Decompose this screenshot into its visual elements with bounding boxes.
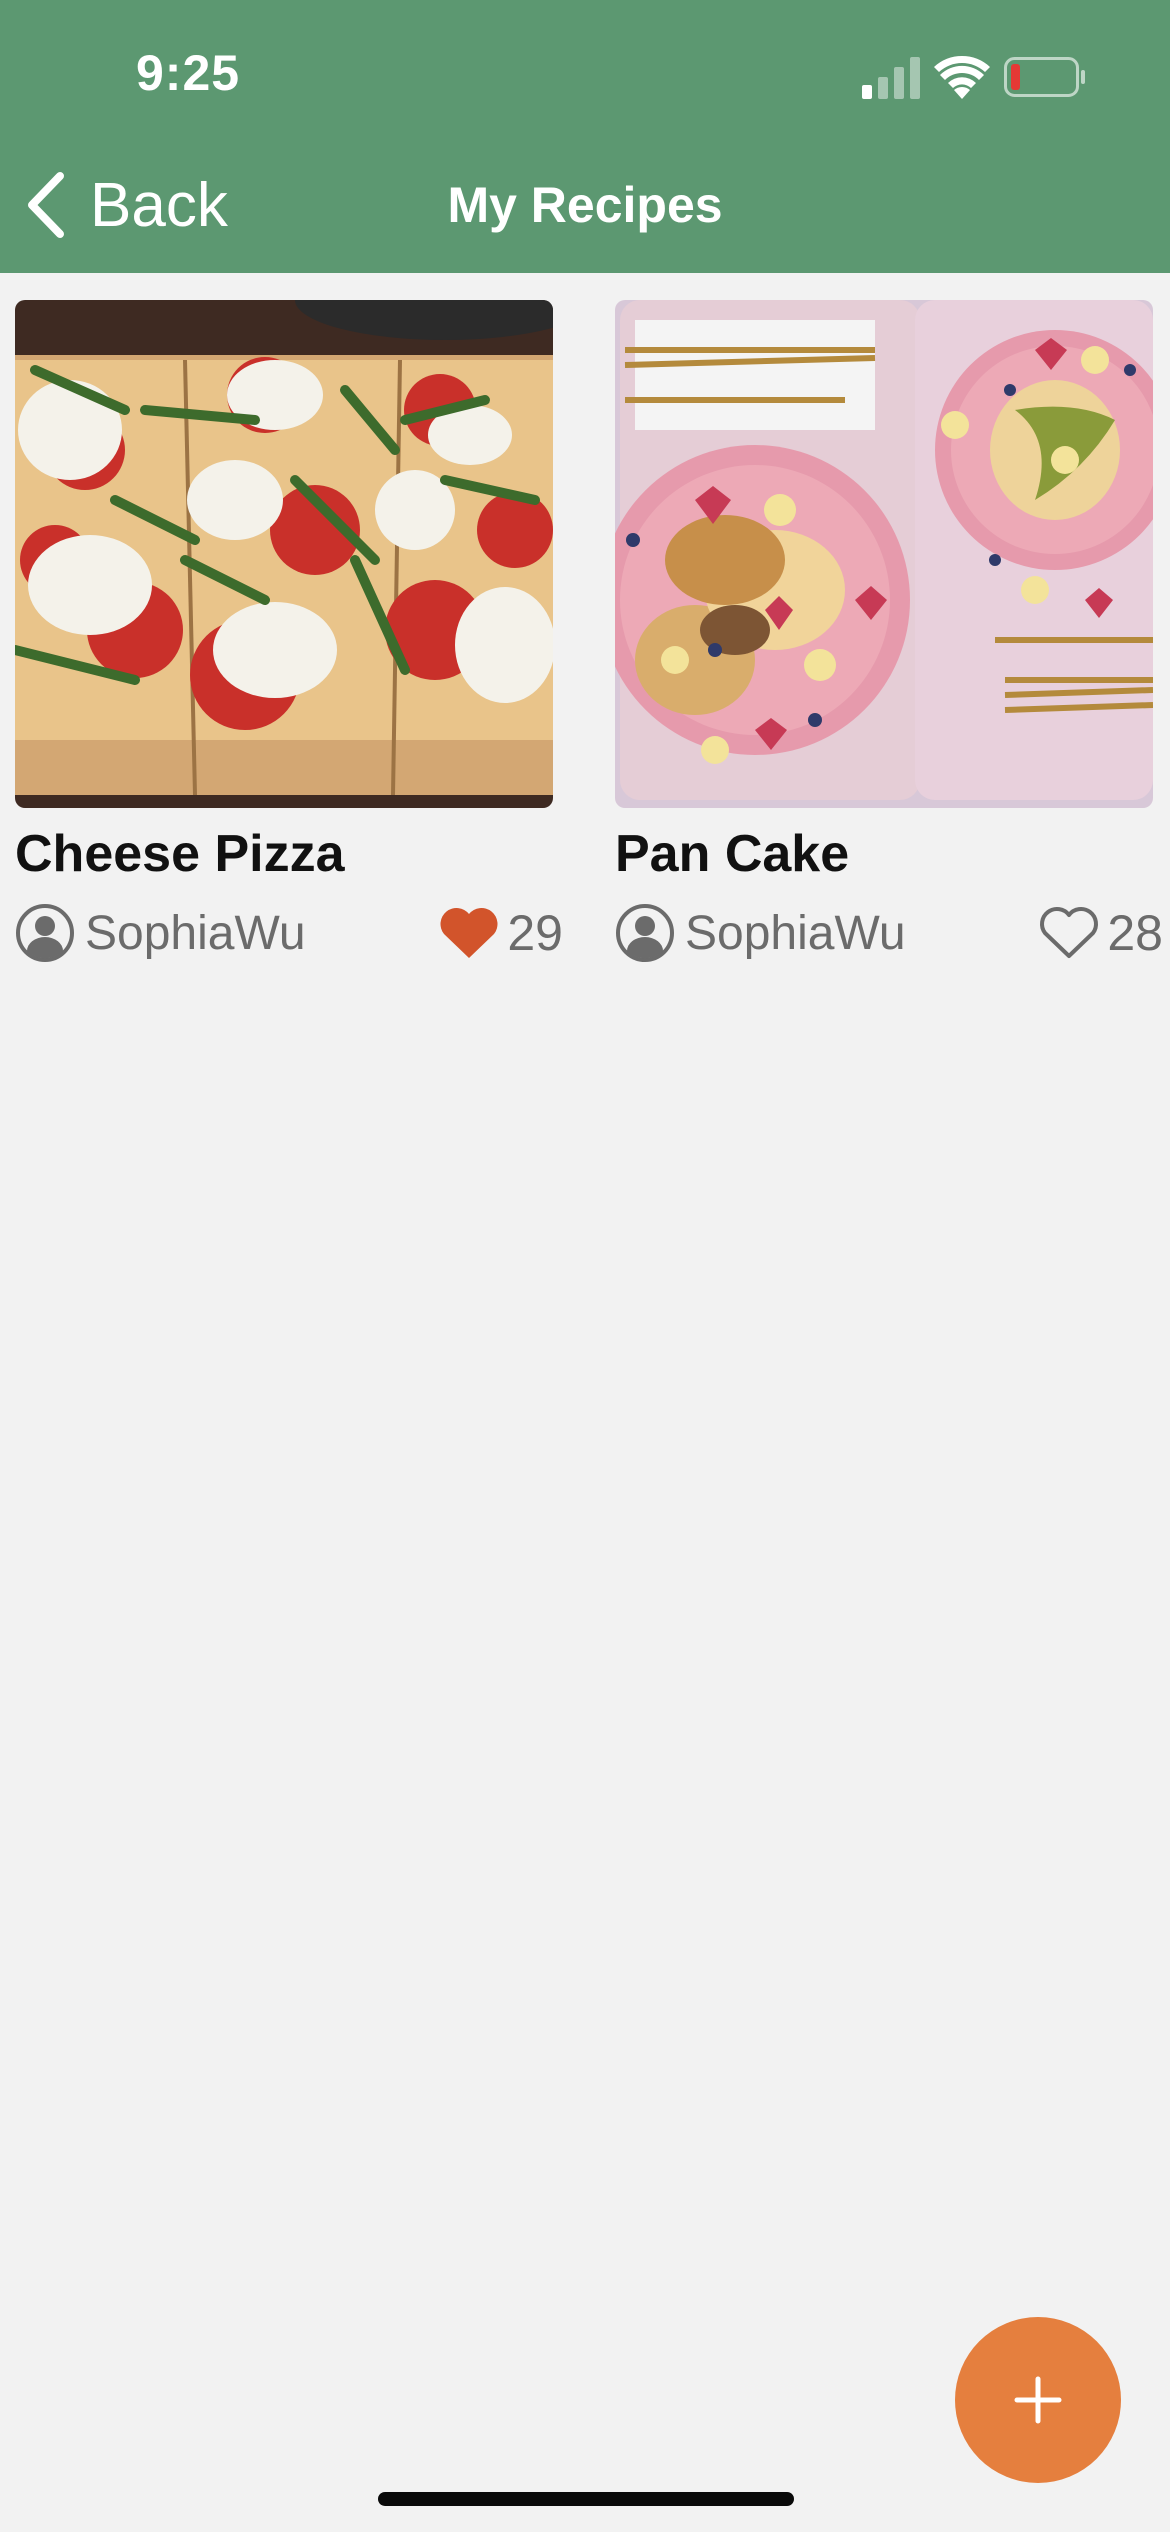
user-avatar-icon [616,904,674,962]
recipe-author: SophiaWu [85,907,306,960]
user-avatar-icon [16,904,74,962]
battery-icon [1004,57,1085,97]
recipe-card-pan-cake[interactable]: Pan Cake SophiaWu 28 [615,300,1163,966]
heart-filled-icon [440,907,498,958]
like-count: 28 [1107,905,1163,961]
recipe-name: Pan Cake [615,825,850,883]
recipe-photo-pizza[interactable] [15,300,553,808]
home-indicator[interactable] [378,2492,794,2506]
recipe-meta: SophiaWu 29 [15,900,563,966]
recipe-author: SophiaWu [685,907,906,960]
add-recipe-button[interactable] [955,2317,1121,2483]
status-time: 9:25 [136,45,241,101]
recipe-name: Cheese Pizza [15,825,345,883]
cellular-signal-icon [862,57,920,99]
recipe-meta: SophiaWu 28 [615,900,1163,966]
recipe-photo-pancake[interactable] [615,300,1153,808]
heart-outline-icon [1040,907,1099,958]
like-button[interactable]: 28 [1039,904,1163,962]
recipe-card-cheese-pizza[interactable]: Cheese Pizza SophiaWu 29 [15,300,563,966]
wifi-icon [934,55,990,99]
like-button[interactable]: 29 [439,904,563,962]
top-bar: 9:25 Back My Recipes [0,0,1170,273]
plus-icon [1014,2376,1062,2424]
page-title: My Recipes [447,177,723,233]
like-count: 29 [507,905,563,961]
